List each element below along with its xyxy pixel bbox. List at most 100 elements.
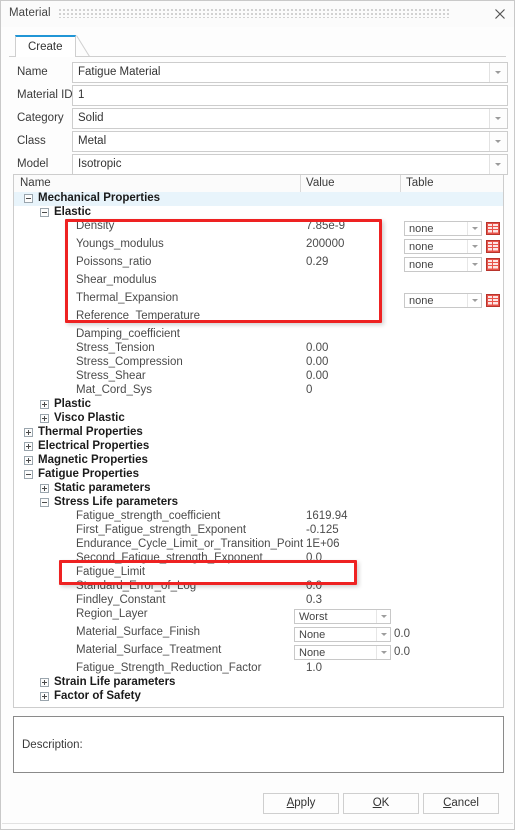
apply-button[interactable]: Apply [263, 793, 339, 814]
value-combo[interactable]: Worst [294, 609, 391, 624]
description-box[interactable]: Description: [13, 716, 504, 773]
ok-button[interactable]: OK [343, 793, 419, 814]
value-combo[interactable]: None [294, 627, 391, 642]
tree-row[interactable]: Standard_Error_of_Log 0.0 [14, 580, 503, 594]
table-grid-icon[interactable] [486, 258, 500, 271]
chevron-down-icon[interactable] [467, 240, 481, 253]
tree-row[interactable]: Stress_Tension 0.00 [14, 342, 503, 356]
tree-row-name: Fatigue Properties [38, 468, 139, 480]
tree-row[interactable]: Elastic [14, 206, 503, 220]
tree-row[interactable]: Electrical Properties [14, 440, 503, 454]
expand-icon[interactable] [40, 414, 49, 423]
tree-row[interactable]: Fatigue_strength_coefficient 1619.94 [14, 510, 503, 524]
tree-row-name: Elastic [54, 206, 92, 218]
expand-icon[interactable] [40, 692, 49, 701]
column-divider-1[interactable] [300, 175, 301, 192]
tree-row[interactable]: Fatigue Properties [14, 468, 503, 482]
expand-icon[interactable] [24, 456, 33, 465]
tree-row[interactable]: Static parameters [14, 482, 503, 496]
table-grid-icon[interactable] [486, 222, 500, 235]
tab-create[interactable]: Create [15, 35, 76, 57]
expand-icon[interactable] [24, 428, 33, 437]
tree-row[interactable]: Thermal Properties [14, 426, 503, 440]
tree-row[interactable]: Damping_coefficient [14, 328, 503, 342]
tree-row[interactable]: Factor of Safety [14, 690, 503, 704]
table-combo[interactable]: none [404, 257, 482, 272]
expand-icon[interactable] [40, 400, 49, 409]
tree-row[interactable]: Fatigue_Strength_Reduction_Factor 1.0 [14, 662, 503, 676]
tree-row[interactable]: Youngs_modulus 200000 none [14, 238, 503, 256]
table-combo[interactable]: none [404, 293, 482, 308]
tree-row[interactable]: Visco Plastic [14, 412, 503, 426]
model-dropdown-chevron-down-icon[interactable] [489, 155, 507, 174]
class-dropdown-chevron-down-icon[interactable] [489, 132, 507, 151]
drag-handle[interactable] [59, 9, 449, 18]
material-dialog: Material Create Name Fatigue Material Ma… [0, 0, 515, 830]
model-field[interactable]: Isotropic [72, 154, 508, 175]
expand-icon[interactable] [40, 484, 49, 493]
class-field-value: Metal [78, 135, 107, 147]
tree-row[interactable]: Strain Life parameters [14, 676, 503, 690]
label-category: Category [17, 112, 64, 124]
value-combo[interactable]: None [294, 645, 391, 660]
tree-row[interactable]: Region_Layer Worst [14, 608, 503, 626]
cancel-button[interactable]: Cancel [423, 793, 499, 814]
tree-row-name: Stress_Compression [76, 356, 183, 368]
class-field[interactable]: Metal [72, 131, 508, 152]
tree-row[interactable]: Plastic [14, 398, 503, 412]
chevron-down-icon[interactable] [467, 258, 481, 271]
tree-row[interactable]: First_Fatigue_strength_Exponent -0.125 [14, 524, 503, 538]
expand-icon[interactable] [24, 442, 33, 451]
tree-row-name: Material_Surface_Treatment [76, 644, 222, 656]
table-combo[interactable]: none [404, 239, 482, 254]
chevron-down-icon[interactable] [467, 294, 481, 307]
tree-row-name: Mechanical Properties [38, 192, 161, 204]
tree-row[interactable]: Material_Surface_Finish None 0.0 [14, 626, 503, 644]
column-header-value: Value [306, 177, 335, 189]
tree-row[interactable]: Reference_Temperature [14, 310, 503, 328]
tree-row-name: Stress_Tension [76, 342, 155, 354]
table-grid-icon[interactable] [486, 240, 500, 253]
form-row-category: Category Solid [9, 108, 508, 130]
tree-row[interactable]: Thermal_Expansion none [14, 292, 503, 310]
tree-row[interactable]: Fatigue_Limit [14, 566, 503, 580]
category-dropdown-chevron-down-icon[interactable] [489, 109, 507, 128]
table-grid-icon[interactable] [486, 294, 500, 307]
tree-row[interactable]: Stress_Shear 0.00 [14, 370, 503, 384]
collapse-icon[interactable] [40, 208, 49, 217]
chevron-down-icon[interactable] [467, 222, 481, 235]
label-class: Class [17, 135, 46, 147]
tree-row[interactable]: Stress Life parameters [14, 496, 503, 510]
table-combo[interactable]: none [404, 221, 482, 236]
name-dropdown-chevron-down-icon[interactable] [489, 63, 507, 82]
collapse-icon[interactable] [24, 470, 33, 479]
tree-row[interactable]: Second_Fatigue_strength_Exponent 0.0 [14, 552, 503, 566]
tree-row[interactable]: Mat_Cord_Sys 0 [14, 384, 503, 398]
expand-icon[interactable] [40, 678, 49, 687]
chevron-down-icon[interactable] [376, 628, 390, 641]
tree-row-value: -0.125 [306, 524, 339, 536]
close-icon[interactable] [492, 6, 508, 22]
collapse-icon[interactable] [40, 498, 49, 507]
tree-row[interactable]: Endurance_Cycle_Limit_or_Transition_Poin… [14, 538, 503, 552]
tree-row[interactable]: Poissons_ratio 0.29 none [14, 256, 503, 274]
tree-row-name: Thermal Properties [38, 426, 143, 438]
chevron-down-icon[interactable] [376, 646, 390, 659]
tree-row[interactable]: Density 7.85e-9 none [14, 220, 503, 238]
name-field[interactable]: Fatigue Material [72, 62, 508, 83]
tree-row[interactable]: Stress_Compression 0.00 [14, 356, 503, 370]
category-field[interactable]: Solid [72, 108, 508, 129]
tree-row[interactable]: Findley_Constant 0.3 [14, 594, 503, 608]
dialog-titlebar: Material [1, 1, 514, 27]
tree-row[interactable]: Magnetic Properties [14, 454, 503, 468]
tree-row[interactable]: Mechanical Properties [14, 192, 503, 206]
chevron-down-icon[interactable] [376, 610, 390, 623]
column-divider-2[interactable] [400, 175, 401, 192]
collapse-icon[interactable] [24, 194, 33, 203]
material-id-field[interactable]: 1 [72, 85, 508, 106]
tree-row[interactable]: Shear_modulus [14, 274, 503, 292]
tree-row[interactable]: Material_Surface_Treatment None 0.0 [14, 644, 503, 662]
tree-row-name: Static parameters [54, 482, 151, 494]
tree-row-value: 0.00 [306, 370, 329, 382]
tree-row-name: Factor of Safety [54, 690, 141, 702]
